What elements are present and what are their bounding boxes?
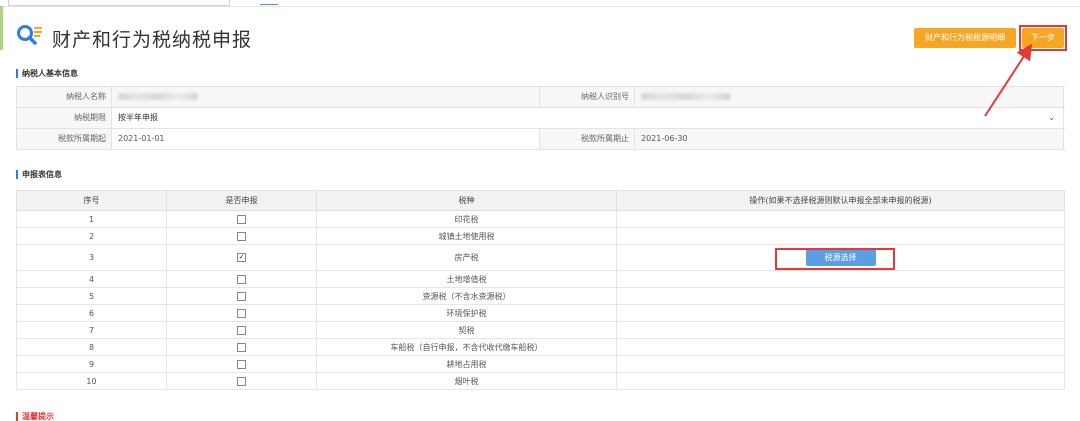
arrow-annotation-icon: [984, 43, 1033, 117]
